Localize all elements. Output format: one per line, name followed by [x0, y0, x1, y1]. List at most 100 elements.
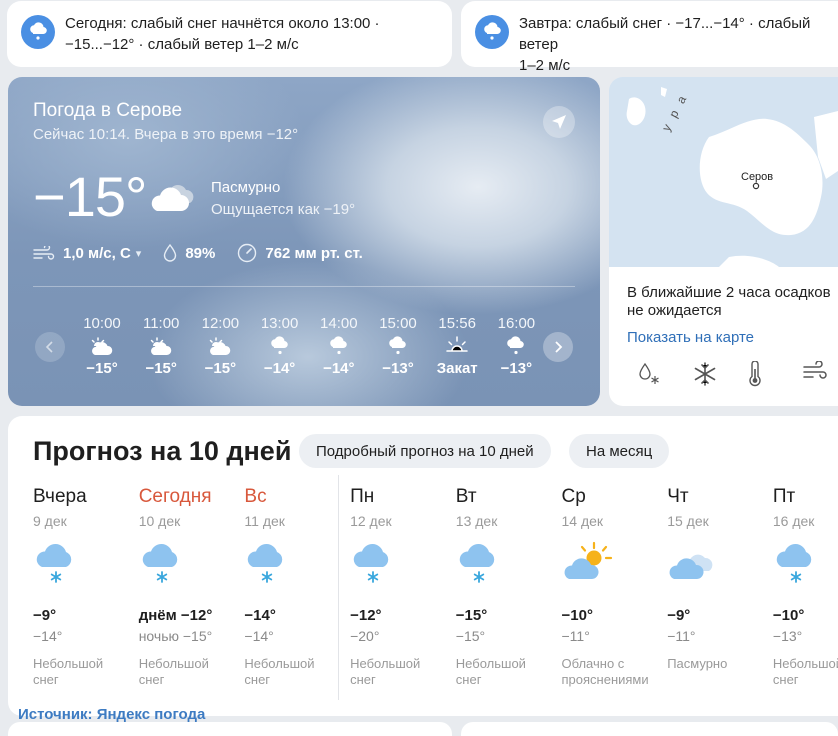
city-title[interactable]: Погода в Серове	[33, 100, 182, 122]
day-description: Облачно с прояснениями	[561, 656, 649, 687]
alert-tomorrow-text: Завтра: слабый снег · −17...−14° · слабы…	[519, 15, 811, 74]
day-high: −12°	[350, 607, 382, 624]
next-card-edge	[461, 722, 838, 736]
past-future-divider	[338, 475, 339, 700]
day-high: −14°	[244, 607, 276, 624]
day-name: Вс	[244, 486, 267, 507]
wind-metric[interactable]: 1,0 м/с, С ▾	[33, 245, 141, 262]
forecast-day[interactable]: Пн 12 дек −12° −20° Небольшой снег	[350, 486, 456, 688]
cloud-snow-icon	[368, 332, 428, 360]
precipitation-map-card[interactable]: у р а Серов В ближайшие 2 часа осадков н…	[609, 77, 838, 406]
day-high: −10°	[772, 607, 805, 624]
day-name: Вчера	[33, 486, 87, 507]
cloud-sun-icon	[190, 332, 250, 360]
hour-temp: −13°	[382, 360, 414, 377]
detailed-forecast-button[interactable]: Подробный прогноз на 10 дней	[299, 434, 551, 468]
hourly-prev-button[interactable]	[35, 332, 65, 362]
hour-time: 15:00	[379, 315, 417, 332]
day-date: 15 дек	[667, 513, 709, 529]
source-caption[interactable]: Источник: Яндекс погода	[18, 706, 205, 723]
sunset-icon	[427, 332, 487, 360]
day-low: −15°	[455, 628, 486, 644]
snowflake-icon[interactable]	[692, 361, 747, 387]
day-description: Небольшой снег	[138, 656, 209, 687]
day-name: Пн	[350, 486, 375, 507]
condition-text: Пасмурно	[211, 179, 281, 196]
day-high: −15°	[455, 607, 488, 624]
chevron-left-icon	[45, 341, 53, 353]
day-description: Небольшой снег	[772, 656, 838, 687]
day-description: Пасмурно	[667, 656, 728, 671]
wind-value: 1,0 м/с, С	[63, 244, 131, 262]
alert-today-text: Сегодня: слабый снег начнётся около 13:0…	[65, 15, 380, 53]
now-line: Сейчас 10:14. Вчера в это время −12°	[33, 126, 299, 143]
cloud-snow-icon	[250, 332, 310, 360]
nowcast-text: В ближайшие 2 часа осадков не ожидается	[627, 284, 831, 319]
hourly-strip[interactable]: 10:00 −15° 11:00 −15° 12:00 −15° 13:00 −14° 14:0…	[72, 315, 542, 385]
sun-cloud-icon	[562, 535, 668, 591]
forecast-day[interactable]: Ср 14 дек −10° −11° Облачно с прояснениями	[562, 486, 668, 688]
hour-temp: −14°	[323, 360, 355, 377]
humidity-metric: 89%	[163, 244, 215, 262]
hour-time: 10:00	[83, 315, 121, 332]
hour-item: 10:00 −15°	[72, 315, 132, 377]
precipitation-icon[interactable]	[637, 361, 692, 387]
cloud-snow-icon	[33, 535, 139, 591]
hourly-next-button[interactable]	[543, 332, 573, 362]
wind-icon	[33, 246, 55, 260]
cloud-snow-icon	[21, 15, 55, 49]
day-low: −13°	[772, 628, 803, 644]
forecast-day[interactable]: Вчера 9 дек −9° −14° Небольшой снег	[33, 486, 139, 688]
day-name: Сегодня	[138, 486, 212, 507]
day-date: 10 дек	[138, 513, 181, 529]
hour-time: 14:00	[320, 315, 358, 332]
day-high: −9°	[33, 607, 57, 624]
current-temperature: −15°	[33, 165, 147, 228]
hour-item: 15:00 −13°	[368, 315, 428, 377]
cloud-snow-icon	[244, 535, 350, 591]
day-description: Небольшой снег	[350, 656, 421, 687]
location-arrow-icon	[552, 115, 566, 129]
alert-today[interactable]: Сегодня: слабый снег начнётся около 13:0…	[7, 1, 452, 67]
day-low: −14°	[33, 628, 63, 644]
alert-tomorrow[interactable]: Завтра: слабый снег · −17...−14° · слабы…	[461, 1, 838, 74]
next-card-edge	[8, 722, 452, 736]
day-date: 14 дек	[561, 513, 604, 529]
forecast-day[interactable]: Чт 15 дек −9° −11° Пасмурно	[667, 486, 773, 672]
metrics-row: 1,0 м/с, С ▾ 89% 762 мм рт. ст.	[33, 243, 385, 263]
map-city-label: Серов	[741, 171, 774, 183]
day-name: Вт	[455, 486, 477, 507]
day-name: Ср	[561, 486, 586, 507]
map-view[interactable]: у р а Серов	[609, 77, 838, 267]
hour-time: 15:56	[438, 315, 476, 332]
day-name: Пт	[772, 486, 796, 507]
day-low: ночью −15°	[138, 628, 213, 644]
hour-time: 16:00	[497, 315, 536, 332]
forecast-day[interactable]: Вт 13 дек −15° −15° Небольшой снег	[456, 486, 562, 688]
location-button[interactable]	[543, 106, 575, 138]
humidity-icon	[164, 244, 177, 262]
cloud-snow-icon	[350, 535, 456, 591]
cloud-sun-icon	[131, 332, 191, 360]
show-on-map-link[interactable]: Показать на карте	[627, 329, 754, 346]
cloud-snow-icon	[139, 535, 245, 591]
hour-temp: −15°	[145, 360, 177, 377]
hour-item: 13:00 −14°	[250, 315, 310, 377]
humidity-value: 89%	[185, 244, 216, 262]
day-description: Небольшой снег	[33, 656, 104, 687]
hour-item: 16:00 −13°	[486, 315, 542, 377]
day-description: Небольшой снег	[455, 656, 526, 687]
thermometer-icon[interactable]	[747, 361, 802, 387]
day-low: −11°	[561, 628, 590, 644]
cloud-snow-icon	[456, 535, 562, 591]
day-high: −10°	[561, 607, 593, 624]
hour-temp: −13°	[500, 360, 533, 377]
month-forecast-button[interactable]: На месяц	[569, 434, 670, 468]
hour-item: 14:00 −14°	[309, 315, 369, 377]
forecast-day[interactable]: Сегодня 10 дек днём −12° ночью −15° Небольшо…	[139, 486, 245, 688]
forecast-day[interactable]: Вс 11 дек −14° −14° Небольшой снег	[244, 486, 350, 688]
pressure-value: 762 мм рт. ст.	[265, 244, 363, 262]
wind-icon[interactable]	[802, 361, 838, 387]
forecast-day[interactable]: Пт 16 дек −10° −13° Небольшой снег	[773, 486, 838, 688]
pressure-metric: 762 мм рт. ст.	[237, 243, 363, 263]
